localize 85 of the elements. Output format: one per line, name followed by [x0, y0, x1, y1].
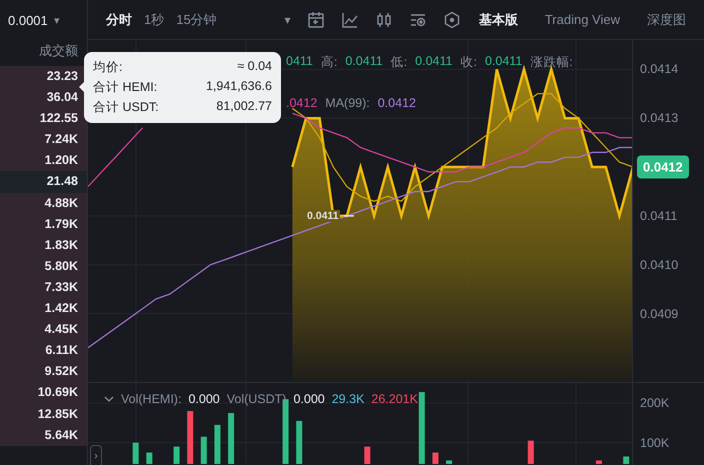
volume-bar — [418, 392, 425, 464]
trade-row[interactable]: 10.69K — [0, 382, 87, 404]
price-label: 0.0411 — [306, 210, 340, 222]
toolbar-button[interactable] — [306, 10, 325, 28]
legend-text: 0.0411 — [345, 54, 383, 70]
precision-dropdown[interactable]: 0.0001 ▾ — [8, 12, 60, 28]
legend-text: 收: — [460, 54, 477, 71]
tooltip-label: 合计 USDT: — [93, 99, 159, 116]
tooltip-label: 均价: — [93, 59, 122, 76]
legend-text: 29.3K — [332, 392, 364, 406]
legend-text: 0.0411 — [484, 54, 522, 70]
trade-row[interactable]: 5.80K — [0, 256, 87, 277]
toolbar-button[interactable] — [340, 10, 359, 28]
legend-text: 高: — [320, 54, 338, 71]
column-header: 成交额 — [38, 42, 79, 60]
axis-label: 0.0411 — [640, 208, 678, 223]
view-tab[interactable]: Trading View — [544, 10, 632, 28]
axis-label: 0.0409 — [640, 306, 678, 321]
axis-label: 0.0410 — [640, 258, 678, 272]
trade-row[interactable]: 1.42K — [0, 298, 87, 320]
trade-row[interactable]: 9.52K — [0, 361, 87, 382]
hexagon-icon — [442, 10, 461, 28]
axis-label: 100K — [640, 436, 670, 450]
legend-text: 低: — [390, 54, 408, 71]
volume-bar — [596, 460, 602, 464]
axis-label: 200K — [640, 396, 670, 410]
tooltip-value: 81,002.77 — [216, 99, 272, 115]
legend-text: 0.0411 — [415, 54, 452, 70]
legend-text: 0.0412 — [378, 96, 416, 110]
volume-bar — [146, 452, 152, 464]
tooltip-value: ≈ 0.04 — [237, 59, 272, 75]
volume-bar — [187, 411, 194, 464]
legend-text: MA(99): — [325, 96, 370, 110]
line-chart-icon — [340, 10, 359, 28]
volume-bar — [174, 446, 180, 464]
trade-row[interactable]: 4.88K — [0, 192, 87, 214]
legend-text: 26.201K — [371, 392, 418, 406]
tooltip-label: 合计 HEMI: — [93, 79, 158, 96]
interval-tab[interactable]: 1秒 — [144, 10, 176, 28]
volume-bar — [214, 424, 220, 464]
legend-text: 0411 — [286, 54, 313, 70]
volume-bar — [228, 413, 234, 464]
volume-bar — [432, 452, 438, 464]
volume-bar — [528, 440, 534, 464]
volume-bar — [132, 442, 139, 464]
legend-text: 0.000 — [188, 392, 220, 406]
legend-text: Vol(USDT) — [226, 392, 286, 406]
trade-row[interactable]: 5.64K — [0, 424, 87, 446]
volume-bar — [200, 436, 207, 464]
candlestick-icon — [374, 10, 393, 28]
current-price-badge: 0.0412 — [637, 156, 689, 179]
trade-row[interactable]: 23.23 — [0, 66, 87, 88]
trade-row[interactable]: 1.83K — [0, 234, 87, 256]
chevron-down-icon — [104, 396, 114, 402]
trade-row[interactable]: 4.45K — [0, 319, 87, 340]
trade-row[interactable]: 6.11K — [0, 340, 87, 362]
tooltip-value: 1,941,636.6 — [206, 79, 272, 95]
trade-row[interactable]: 12.85K — [0, 404, 87, 425]
interval-tab[interactable]: 分时 — [106, 10, 144, 28]
interval-dropdown[interactable]: ▾ — [284, 12, 291, 26]
toolbar-button[interactable] — [442, 10, 461, 28]
volume-bar — [364, 446, 370, 464]
volume-bar — [296, 420, 302, 464]
legend-text: Vol(HEMI): — [121, 392, 182, 406]
trade-row[interactable]: 7.24K — [0, 129, 87, 150]
legend-text: 0.000 — [293, 392, 325, 406]
legend-text: 涨跌幅: — [530, 54, 573, 71]
axis-label: 0.0414 — [640, 62, 678, 76]
trade-row[interactable]: 36.04 — [0, 87, 87, 108]
view-tab[interactable]: 深度图 — [647, 10, 698, 28]
volume-bar — [446, 460, 452, 464]
trade-row[interactable]: 1.20K — [0, 150, 87, 172]
trade-row[interactable]: 122.55 — [0, 108, 87, 130]
trade-row[interactable]: 7.33K — [0, 276, 87, 298]
trade-row[interactable]: 21.48 — [0, 171, 87, 193]
price-marker-line — [344, 215, 354, 217]
expand-button[interactable]: › — [90, 445, 102, 465]
toolbar-button[interactable] — [374, 10, 393, 28]
trade-row[interactable]: 1.79K — [0, 214, 87, 235]
volume-bar — [623, 456, 630, 464]
interval-tab[interactable]: 15分钟 — [176, 10, 229, 28]
axis-label: 0.0413 — [640, 111, 678, 126]
view-tab[interactable]: 基本版 — [478, 10, 530, 28]
calendar-icon — [306, 10, 325, 28]
legend-text: .0412 — [286, 96, 318, 110]
